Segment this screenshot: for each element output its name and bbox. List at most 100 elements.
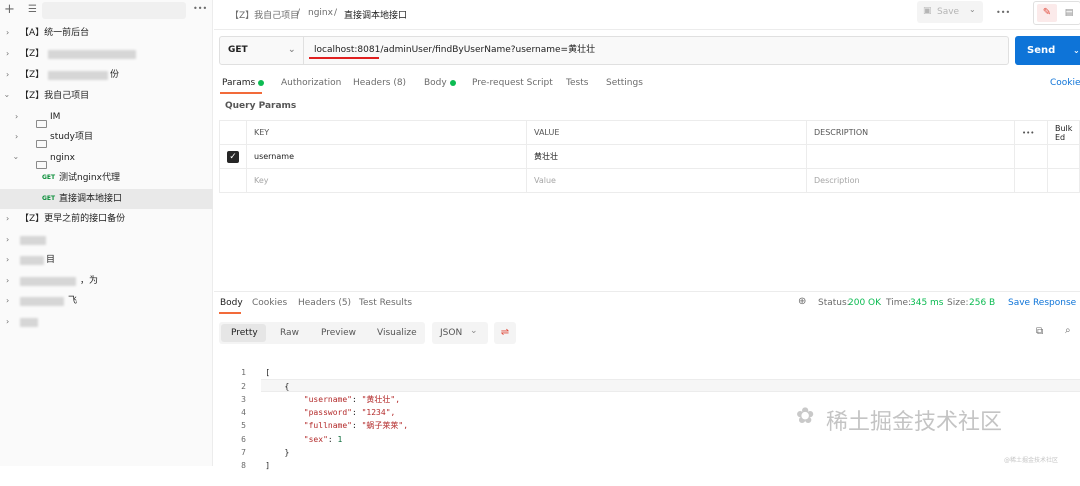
- sidebar-item[interactable]: › ，为: [0, 271, 213, 291]
- chevron-down-icon: ⌄: [1073, 46, 1080, 55]
- chevron-down-icon: ›: [11, 156, 21, 160]
- param-description-cell[interactable]: [806, 144, 1015, 169]
- tab-tests[interactable]: Tests: [566, 76, 588, 90]
- save-button[interactable]: ▣ Save ⌄: [917, 1, 983, 23]
- url-input[interactable]: localhost:8081/adminUser/findByUserName?…: [314, 37, 595, 64]
- status-dot: [449, 79, 456, 86]
- tab-settings[interactable]: Settings: [606, 76, 643, 90]
- sidebar-item[interactable]: › 【Z】 份: [0, 65, 213, 85]
- line-number: 8: [241, 461, 246, 471]
- description-placeholder[interactable]: Description: [806, 168, 1015, 193]
- tab-headers[interactable]: Headers (8): [353, 76, 406, 90]
- value-placeholder[interactable]: Value: [526, 168, 807, 193]
- sidebar-request[interactable]: GET 测试nginx代理: [0, 168, 213, 188]
- more-icon[interactable]: •••: [996, 8, 1010, 17]
- more-icon[interactable]: •••: [193, 4, 207, 13]
- sidebar-item[interactable]: › 【Z】: [0, 44, 213, 64]
- code-line: 1 [: [230, 366, 408, 379]
- view-toggle: ✎ ▤: [1033, 1, 1080, 25]
- sidebar: + ☰ ••• › 【A】统一前后台 › 【Z】 › 【Z】 份 › 【Z】我自…: [0, 0, 213, 466]
- key-placeholder[interactable]: Key: [246, 168, 527, 193]
- watermark-logo-icon: ✿: [796, 404, 815, 429]
- table-cell: [1047, 144, 1080, 169]
- tab-response-body[interactable]: Body: [220, 298, 243, 308]
- sidebar-item-label: 直接调本地接口: [59, 194, 123, 204]
- more-icon[interactable]: •••: [1014, 120, 1048, 145]
- table-cell: ✓: [219, 144, 247, 169]
- breadcrumb-folder[interactable]: nginx: [308, 8, 333, 18]
- chevron-right-icon: ›: [6, 255, 10, 264]
- code-line: 2 {: [230, 380, 408, 393]
- watermark-small-text: @稀土掘金技术社区: [1004, 457, 1059, 464]
- sidebar-item[interactable]: ›: [0, 312, 213, 332]
- format-raw[interactable]: Raw: [280, 322, 299, 344]
- table-cell: [219, 120, 247, 145]
- red-underline-annotation: [309, 57, 379, 59]
- column-header-key: KEY: [246, 120, 527, 145]
- sidebar-item[interactable]: ›: [0, 230, 213, 250]
- code-line: 5 "fullname": "蜗子莱莱",: [230, 419, 408, 432]
- method-badge: GET: [42, 174, 56, 181]
- response-body[interactable]: 1 [2 {3 "username": "黄壮壮", 4 "password": …: [230, 353, 408, 486]
- sidebar-request-selected[interactable]: GET 直接调本地接口: [0, 189, 213, 209]
- param-value-cell[interactable]: 黄壮壮: [526, 144, 807, 169]
- tab-pre-request-script[interactable]: Pre-request Script: [472, 76, 553, 90]
- checkbox-checked[interactable]: ✓: [227, 150, 239, 163]
- method-select[interactable]: GET ⌄: [220, 37, 304, 64]
- column-header-value: VALUE: [526, 120, 807, 145]
- tab-response-cookies[interactable]: Cookies: [252, 298, 287, 308]
- format-select[interactable]: JSON ⌄: [432, 322, 488, 344]
- save-response-button[interactable]: Save Response: [1008, 298, 1076, 308]
- sidebar-item-label: 【Z】: [20, 70, 45, 80]
- add-icon[interactable]: +: [4, 2, 15, 17]
- comment-icon[interactable]: ▤: [1061, 4, 1077, 22]
- send-button[interactable]: Send ⌄: [1015, 36, 1080, 65]
- bulk-edit-link[interactable]: Bulk Ed: [1047, 120, 1080, 145]
- format-preview[interactable]: Preview: [321, 322, 356, 344]
- chevron-right-icon: ›: [6, 70, 10, 79]
- method-label: GET: [228, 45, 248, 55]
- tab-label: Headers (5): [298, 298, 352, 308]
- code-line: 3 "username": "黄壮壮",: [230, 393, 408, 406]
- chevron-right-icon: ›: [6, 296, 10, 305]
- line-number: 3: [241, 394, 246, 404]
- filter-icon[interactable]: ☰: [28, 4, 37, 15]
- copy-icon[interactable]: ⧉: [1036, 326, 1043, 337]
- format-visualize[interactable]: Visualize: [377, 322, 417, 344]
- page-title: 直接调本地接口: [344, 11, 408, 21]
- search-icon[interactable]: ⌕: [1065, 325, 1071, 336]
- sidebar-item-label: ，为: [80, 276, 99, 286]
- sidebar-item[interactable]: › 【A】统一前后台: [0, 23, 213, 43]
- tab-test-results[interactable]: Test Results: [359, 298, 412, 308]
- json-value: "蜗子莱莱",: [361, 421, 409, 431]
- breadcrumb-collection[interactable]: 【Z】我自己项目: [230, 8, 299, 21]
- edit-icon[interactable]: ✎: [1037, 4, 1057, 22]
- folder-icon: [36, 139, 47, 148]
- send-label: Send: [1027, 45, 1056, 56]
- sidebar-item[interactable]: › 【Z】更早之前的接口备份: [0, 209, 213, 229]
- sidebar-item[interactable]: › 【Z】我自己项目: [0, 86, 213, 106]
- code-line: 4 "password": "1234",: [230, 406, 408, 419]
- search-input[interactable]: [42, 2, 186, 19]
- sidebar-folder-study[interactable]: › study项目: [0, 127, 213, 148]
- tab-body[interactable]: Body: [424, 76, 456, 90]
- breadcrumb-separator: /: [334, 8, 338, 18]
- active-tab-indicator: [219, 312, 241, 314]
- tab-response-headers[interactable]: Headers (5): [298, 298, 351, 308]
- sidebar-item[interactable]: › 目: [0, 250, 213, 270]
- chevron-right-icon: ›: [15, 112, 19, 121]
- tab-params[interactable]: Params: [222, 76, 265, 90]
- save-icon: ▣: [923, 6, 932, 16]
- param-key-cell[interactable]: username: [246, 144, 527, 169]
- format-pretty[interactable]: Pretty: [231, 322, 258, 344]
- sidebar-folder-im[interactable]: › IM: [0, 107, 213, 128]
- sidebar-item[interactable]: › 飞: [0, 291, 213, 311]
- sidebar-folder-nginx[interactable]: › nginx: [0, 148, 213, 169]
- wrap-lines-icon[interactable]: ⇌: [494, 322, 516, 344]
- chevron-down-icon[interactable]: ⌄: [969, 5, 976, 14]
- json-key: "password": [303, 408, 352, 418]
- line-number: 7: [241, 448, 246, 458]
- sidebar-item-label: 【Z】更早之前的接口备份: [20, 214, 126, 224]
- cookies-link[interactable]: Cookie: [1050, 76, 1080, 90]
- tab-authorization[interactable]: Authorization: [281, 76, 341, 90]
